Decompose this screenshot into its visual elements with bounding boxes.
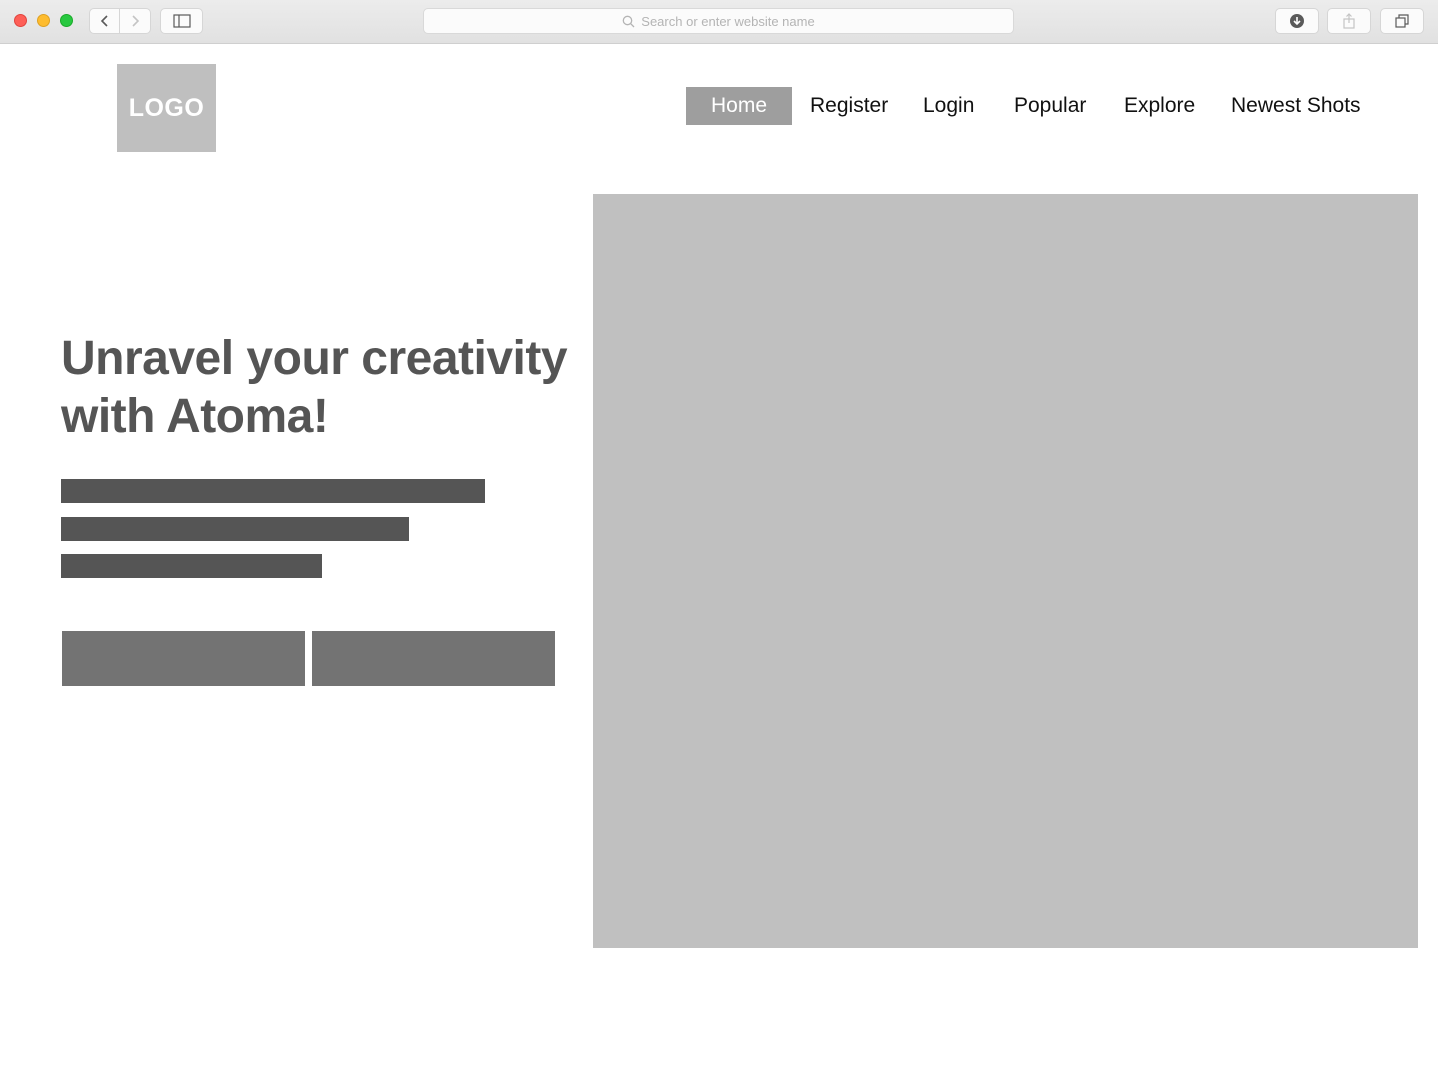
address-placeholder: Search or enter website name [641,13,815,29]
sidebar-toggle-button[interactable] [160,8,203,34]
address-bar[interactable]: Search or enter website name [423,8,1014,34]
share-icon [1343,13,1355,29]
download-icon [1290,14,1304,28]
chevron-right-icon [132,15,140,27]
back-button[interactable] [89,8,120,34]
nav-item-home[interactable]: Home [686,87,792,125]
text-placeholder-line [61,479,485,503]
hero-image-placeholder [593,194,1418,948]
minimize-window-button[interactable] [37,14,50,27]
nav-item-login[interactable]: Login [923,87,974,125]
browser-toolbar: Search or enter website name [0,0,1438,44]
primary-cta-button[interactable] [62,631,305,686]
tabs-icon [1395,14,1409,28]
secondary-cta-button[interactable] [312,631,555,686]
nav-item-register[interactable]: Register [810,87,888,125]
chevron-left-icon [100,15,108,27]
close-window-button[interactable] [14,14,27,27]
sidebar-icon [172,14,191,28]
search-icon [622,15,635,27]
site-logo[interactable]: LOGO [117,64,216,152]
hero-headline: Unravel your creativity with Atoma! [61,330,581,446]
text-placeholder-line [61,517,409,541]
show-tabs-button[interactable] [1380,8,1424,34]
hero-headline-line2: with Atoma! [61,390,329,443]
nav-item-popular[interactable]: Popular [1014,87,1086,125]
zoom-window-button[interactable] [60,14,73,27]
hero-headline-line1: Unravel your creativity [61,332,568,385]
forward-button[interactable] [120,8,151,34]
share-button[interactable] [1327,8,1371,34]
downloads-button[interactable] [1275,8,1319,34]
nav-item-newest-shots[interactable]: Newest Shots [1231,87,1361,125]
text-placeholder-line [61,554,322,578]
nav-item-explore[interactable]: Explore [1124,87,1195,125]
